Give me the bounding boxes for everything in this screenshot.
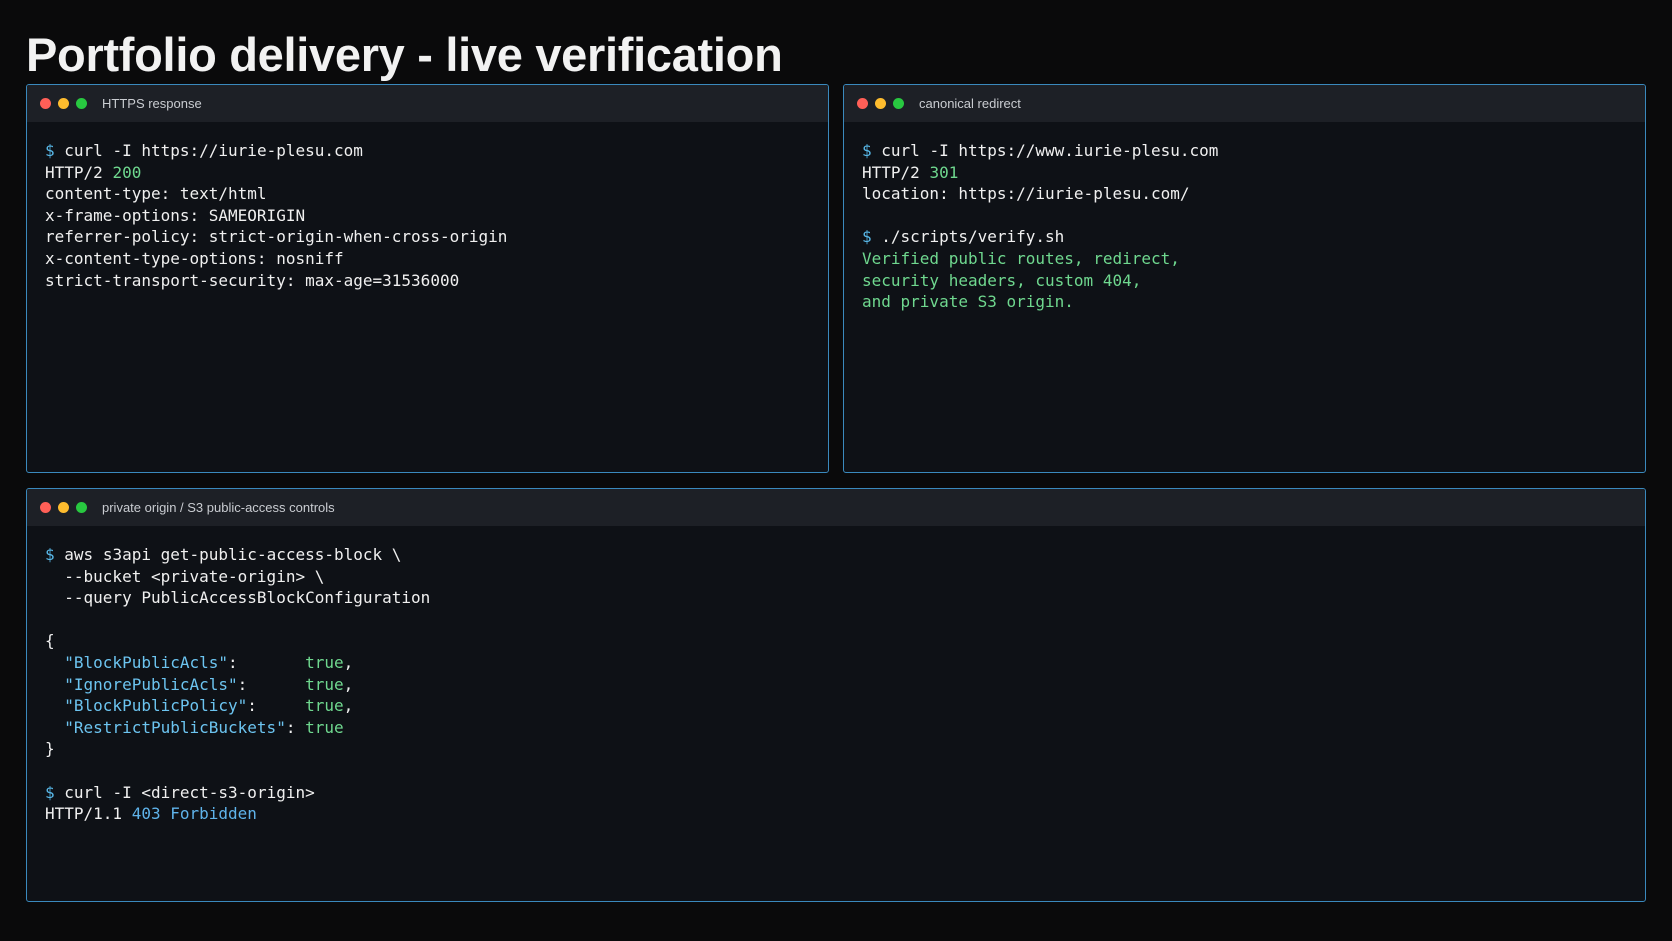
json-entry: "BlockPublicPolicy": true, xyxy=(45,695,1627,717)
prompt-symbol: $ xyxy=(862,227,872,247)
json-colon: : xyxy=(228,652,306,672)
status-protocol: HTTP/2 xyxy=(862,162,920,182)
zoom-dot-icon[interactable] xyxy=(76,98,87,109)
close-dot-icon[interactable] xyxy=(857,98,868,109)
json-comma: , xyxy=(343,674,354,694)
terminal-s3-public-access[interactable]: private origin / S3 public-access contro… xyxy=(26,488,1646,902)
minimize-dot-icon[interactable] xyxy=(58,98,69,109)
json-comma: , xyxy=(343,652,354,672)
json-value: true xyxy=(305,717,344,737)
command-text: ./scripts/verify.sh xyxy=(881,227,1065,247)
minimize-dot-icon[interactable] xyxy=(58,502,69,513)
verify-output-line: Verified public routes, redirect, xyxy=(862,248,1180,268)
json-colon: : xyxy=(285,717,306,737)
prompt-symbol: $ xyxy=(45,782,55,802)
header-line: x-frame-options: SAMEORIGIN xyxy=(45,205,306,225)
status-line: HTTP/2 301 xyxy=(862,162,1627,184)
minimize-dot-icon[interactable] xyxy=(875,98,886,109)
prompt-symbol: $ xyxy=(45,141,55,160)
close-dot-icon[interactable] xyxy=(40,98,51,109)
terminal-title: canonical redirect xyxy=(919,96,1021,111)
terminal-canonical-redirect[interactable]: canonical redirect $ curl -I https://www… xyxy=(843,84,1646,473)
command-continuation: --query PublicAccessBlockConfiguration xyxy=(45,588,431,608)
json-value: true xyxy=(305,674,344,694)
close-dot-icon[interactable] xyxy=(40,502,51,513)
status-code: 200 xyxy=(112,162,142,182)
json-entry: "RestrictPublicBuckets": true xyxy=(45,717,1627,739)
command-line: $ aws s3api get-public-access-block \ xyxy=(45,544,1627,566)
terminal-title: private origin / S3 public-access contro… xyxy=(102,500,335,515)
terminal-titlebar: private origin / S3 public-access contro… xyxy=(27,489,1645,526)
terminal-output: $ curl -I https://www.iurie-plesu.com HT… xyxy=(844,122,1645,313)
verify-output-line: security headers, custom 404, xyxy=(862,270,1142,290)
json-key: "RestrictPublicBuckets" xyxy=(64,717,286,737)
status-code-forbidden: 403 Forbidden xyxy=(131,804,257,824)
json-key: "BlockPublicPolicy" xyxy=(64,696,248,716)
json-entry: "IgnorePublicAcls": true, xyxy=(45,674,1627,696)
prompt-symbol: $ xyxy=(862,141,872,160)
status-line: HTTP/2 200 xyxy=(45,162,810,184)
json-close-brace: } xyxy=(45,739,55,759)
verify-output-line: and private S3 origin. xyxy=(862,292,1074,312)
json-key: "BlockPublicAcls" xyxy=(64,652,229,672)
header-line: content-type: text/html xyxy=(45,184,267,204)
json-colon: : xyxy=(247,696,306,716)
terminal-title: HTTPS response xyxy=(102,96,202,111)
command-text: curl -I https://iurie-plesu.com xyxy=(64,141,363,160)
terminal-titlebar: HTTPS response xyxy=(27,85,828,122)
header-line: x-content-type-options: nosniff xyxy=(45,248,344,268)
command-continuation: --bucket <private-origin> \ xyxy=(45,566,325,586)
command-line: $ curl -I <direct-s3-origin> xyxy=(45,782,1627,804)
json-comma: , xyxy=(343,696,354,716)
terminal-https-response[interactable]: HTTPS response $ curl -I https://iurie-p… xyxy=(26,84,829,473)
location-line: location: https://iurie-plesu.com/ xyxy=(862,184,1190,204)
terminal-titlebar: canonical redirect xyxy=(844,85,1645,122)
command-line: $ curl -I https://www.iurie-plesu.com xyxy=(862,140,1627,162)
header-line: referrer-policy: strict-origin-when-cros… xyxy=(45,227,508,247)
page-title: Portfolio delivery - live verification xyxy=(26,28,783,81)
json-open-brace: { xyxy=(45,631,55,651)
json-key: "IgnorePublicAcls" xyxy=(64,674,238,694)
command-line: $ ./scripts/verify.sh xyxy=(862,226,1627,248)
status-line: HTTP/1.1 403 Forbidden xyxy=(45,803,1627,825)
command-line: $ curl -I https://iurie-plesu.com xyxy=(45,140,810,162)
status-protocol: HTTP/2 xyxy=(45,162,103,182)
status-protocol: HTTP/1.1 xyxy=(45,804,123,824)
json-value: true xyxy=(305,652,344,672)
command-text: curl -I <direct-s3-origin> xyxy=(64,782,315,802)
status-code: 301 xyxy=(929,162,959,182)
header-line: strict-transport-security: max-age=31536… xyxy=(45,270,460,290)
json-entry: "BlockPublicAcls": true, xyxy=(45,652,1627,674)
zoom-dot-icon[interactable] xyxy=(893,98,904,109)
terminal-output: $ curl -I https://iurie-plesu.com HTTP/2… xyxy=(27,122,828,291)
terminal-output: $ aws s3api get-public-access-block \ --… xyxy=(27,526,1645,825)
json-colon: : xyxy=(237,674,306,694)
command-text: aws s3api get-public-access-block \ xyxy=(64,545,402,564)
prompt-symbol: $ xyxy=(45,545,55,564)
zoom-dot-icon[interactable] xyxy=(76,502,87,513)
command-text: curl -I https://www.iurie-plesu.com xyxy=(881,141,1219,160)
json-value: true xyxy=(305,696,344,716)
